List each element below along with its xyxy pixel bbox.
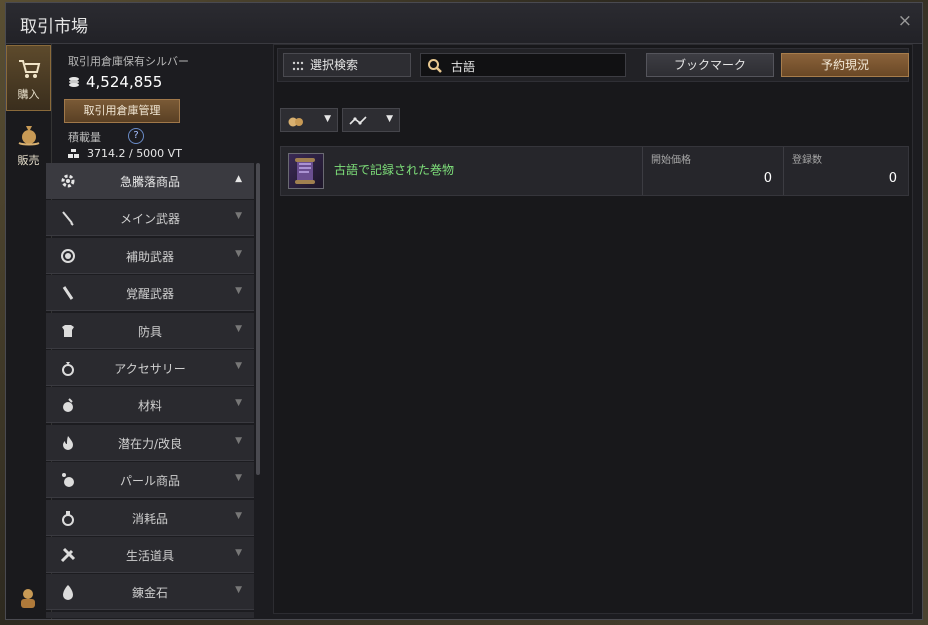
category-item[interactable]	[46, 611, 254, 618]
select-search-label: 選択検索	[310, 58, 359, 72]
silver-info: 取引用倉庫保有シルバー 4,524,855 取引用倉庫管理 積載量 ? 3714…	[56, 47, 266, 165]
flame-icon	[63, 435, 73, 450]
start-price-label: 開始価格	[651, 155, 691, 166]
chevron-down-icon: ▼	[235, 211, 242, 222]
potion-icon	[62, 510, 74, 526]
money-bag-icon	[18, 126, 39, 146]
search-icon	[428, 59, 442, 73]
chevron-down-icon: ▼	[235, 360, 242, 371]
category-item[interactable]: 急騰落商品 ▲	[46, 163, 254, 199]
search-panel: 選択検索 ブックマーク 予約現況 ▼ ▼	[273, 44, 913, 614]
bookmark-button[interactable]: ブックマーク	[646, 53, 774, 77]
start-price-value: 0	[763, 171, 772, 186]
chevron-down-icon: ▼	[235, 286, 242, 297]
result-row[interactable]: 古語で記録された巻物 開始価格 0 登録数 0	[280, 146, 909, 196]
search-input[interactable]	[449, 56, 623, 76]
warehouse-manage-button[interactable]: 取引用倉庫管理	[64, 99, 180, 123]
silver-value: 4,524,855	[86, 73, 163, 91]
silver-amount: 4,524,855	[68, 73, 162, 91]
search-toolbar: 選択検索 ブックマーク 予約現況	[277, 48, 909, 82]
tab-sell-label: 販売	[17, 154, 40, 167]
alchemy-stone-icon	[63, 585, 73, 601]
awakening-sword-icon	[62, 286, 74, 301]
category-item[interactable]: 錬金石 ▼	[46, 574, 254, 611]
grid-icon	[292, 61, 304, 71]
chevron-down-icon: ▼	[235, 435, 242, 446]
category-label: アクセサリー	[114, 361, 186, 376]
category-label: 防具	[137, 324, 162, 339]
category-label: パール商品	[119, 474, 180, 489]
scroll-icon	[295, 158, 315, 184]
ring-icon	[62, 361, 74, 376]
chevron-up-icon: ▲	[235, 174, 242, 184]
silver-label: 取引用倉庫保有シルバー	[68, 55, 189, 68]
silver-coin-icon	[69, 77, 79, 87]
chevron-down-icon: ▼	[235, 323, 242, 334]
category-item[interactable]: 潜在力/改良 ▼	[46, 424, 254, 461]
category-item[interactable]: パール商品 ▼	[46, 462, 254, 499]
scroll-item-icon	[288, 153, 324, 189]
category-item[interactable]: 材料 ▼	[46, 387, 254, 424]
registered-count-value: 0	[888, 171, 897, 186]
category-item[interactable]: メイン武器 ▼	[46, 200, 254, 237]
category-label: 錬金石	[131, 586, 168, 601]
weight-label: 積載量	[68, 131, 101, 144]
merchant-icon[interactable]	[17, 587, 39, 609]
search-field[interactable]	[420, 53, 626, 77]
category-item[interactable]: 消耗品 ▼	[46, 499, 254, 536]
category-label: 潜在力/改良	[117, 436, 183, 451]
category-item[interactable]: 防具 ▼	[46, 312, 254, 349]
category-list: 急騰落商品 ▲ メイン武器 ▼ 補助武器 ▼ 覚醒武器 ▼ 防具 ▼ アクセサリ…	[46, 163, 254, 618]
chevron-down-icon: ▼	[235, 473, 242, 484]
cart-icon	[18, 60, 40, 78]
category-scrollbar[interactable]	[256, 163, 260, 475]
tab-sell[interactable]: 販売	[6, 112, 51, 178]
armor-icon	[62, 324, 74, 337]
registered-count-cell: 登録数 0	[783, 147, 909, 195]
pearl-icon	[62, 473, 74, 488]
material-icon	[63, 398, 73, 413]
weight-amount: 3714.2 / 5000 VT	[68, 147, 182, 160]
category-label: メイン武器	[119, 212, 180, 227]
reservation-status-button[interactable]: 予約現況	[781, 53, 909, 77]
shield-icon	[61, 248, 75, 263]
bag-filter-dropdown[interactable]: ▼	[280, 108, 338, 132]
category-label: 覚醒武器	[125, 287, 174, 302]
category-item[interactable]: 生活道具 ▼	[46, 536, 254, 573]
close-icon[interactable]: ×	[898, 11, 912, 31]
chevron-down-icon: ▼	[235, 585, 242, 596]
titlebar: 取引市場 ×	[6, 3, 922, 44]
tab-buy[interactable]: 購入	[6, 45, 51, 111]
window-title: 取引市場	[20, 17, 88, 37]
select-search-button[interactable]: 選択検索	[283, 53, 411, 77]
tools-icon	[60, 547, 76, 562]
chevron-down-icon: ▼	[235, 510, 242, 521]
chevron-down-icon: ▼	[324, 114, 331, 124]
category-item[interactable]: 覚醒武器 ▼	[46, 275, 254, 312]
tab-buy-label: 購入	[17, 88, 40, 101]
start-price-cell: 開始価格 0	[642, 147, 784, 195]
bag-icon	[288, 117, 303, 127]
item-name: 古語で記録された巻物	[334, 163, 455, 177]
trend-line-icon	[349, 116, 367, 125]
sword-icon	[62, 211, 74, 227]
chevron-down-icon: ▼	[235, 398, 242, 409]
weight-icon	[68, 149, 79, 158]
category-label: 急騰落商品	[119, 175, 180, 189]
category-item[interactable]: アクセサリー ▼	[46, 349, 254, 386]
gear-icon	[61, 174, 75, 188]
category-item[interactable]: 補助武器 ▼	[46, 237, 254, 274]
category-label: 材料	[137, 399, 162, 414]
help-icon[interactable]: ?	[128, 128, 144, 144]
chevron-down-icon: ▼	[235, 547, 242, 558]
chevron-down-icon: ▼	[235, 248, 242, 259]
category-label: 消耗品	[131, 511, 168, 526]
category-label: 生活道具	[125, 548, 174, 563]
trend-filter-dropdown[interactable]: ▼	[342, 108, 400, 132]
weight-value: 3714.2 / 5000 VT	[87, 147, 182, 160]
chevron-down-icon: ▼	[386, 114, 393, 124]
registered-count-label: 登録数	[792, 155, 822, 166]
category-label: 補助武器	[125, 249, 174, 264]
